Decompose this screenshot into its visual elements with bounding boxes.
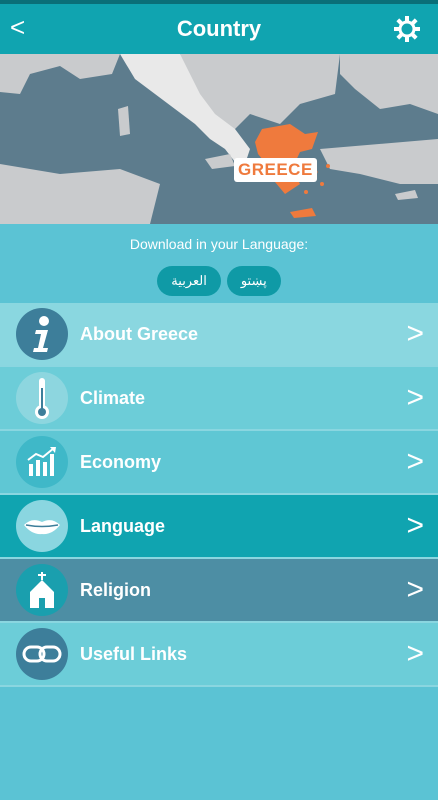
country-map: GREECE — [0, 54, 438, 224]
country-map-label: GREECE — [234, 158, 317, 182]
gear-icon[interactable] — [394, 16, 420, 42]
chevron-right-icon: > — [406, 381, 424, 414]
menu-item-label: Language — [80, 515, 166, 536]
link-icon — [16, 628, 68, 680]
chart-growth-icon — [16, 436, 68, 488]
language-button-arabic[interactable]: العربية — [157, 266, 221, 296]
chevron-right-icon: > — [406, 317, 424, 350]
chevron-right-icon: > — [406, 637, 424, 670]
chevron-right-icon: > — [406, 509, 424, 542]
church-icon — [16, 564, 68, 616]
download-section: Download in your Language: العربية پښتو — [0, 224, 438, 303]
topic-menu: About Greece > Climate > Economy > Langu… — [0, 303, 438, 687]
info-icon — [16, 308, 68, 360]
lips-icon — [16, 500, 68, 552]
menu-item-language[interactable]: Language > — [0, 495, 438, 559]
back-button[interactable]: < — [10, 12, 25, 42]
chevron-right-icon: > — [406, 573, 424, 606]
menu-item-label: Religion — [80, 579, 151, 600]
menu-item-label: Economy — [80, 451, 162, 472]
menu-item-economy[interactable]: Economy > — [0, 431, 438, 495]
language-buttons: العربية پښتو — [0, 266, 438, 296]
language-button-pashto[interactable]: پښتو — [226, 266, 281, 296]
thermometer-icon — [16, 372, 68, 424]
app-bar: < Country — [0, 4, 438, 54]
menu-item-useful-links[interactable]: Useful Links > — [0, 623, 438, 687]
menu-item-about[interactable]: About Greece > — [0, 303, 438, 367]
menu-item-label: About Greece — [80, 323, 199, 344]
map-graphic — [0, 54, 438, 224]
menu-item-religion[interactable]: Religion > — [0, 559, 438, 623]
menu-item-label: Useful Links — [80, 643, 188, 664]
menu-item-label: Climate — [80, 387, 146, 408]
download-title: Download in your Language: — [129, 236, 309, 252]
chevron-right-icon: > — [406, 445, 424, 478]
page-title: Country — [176, 16, 262, 41]
menu-item-climate[interactable]: Climate > — [0, 367, 438, 431]
